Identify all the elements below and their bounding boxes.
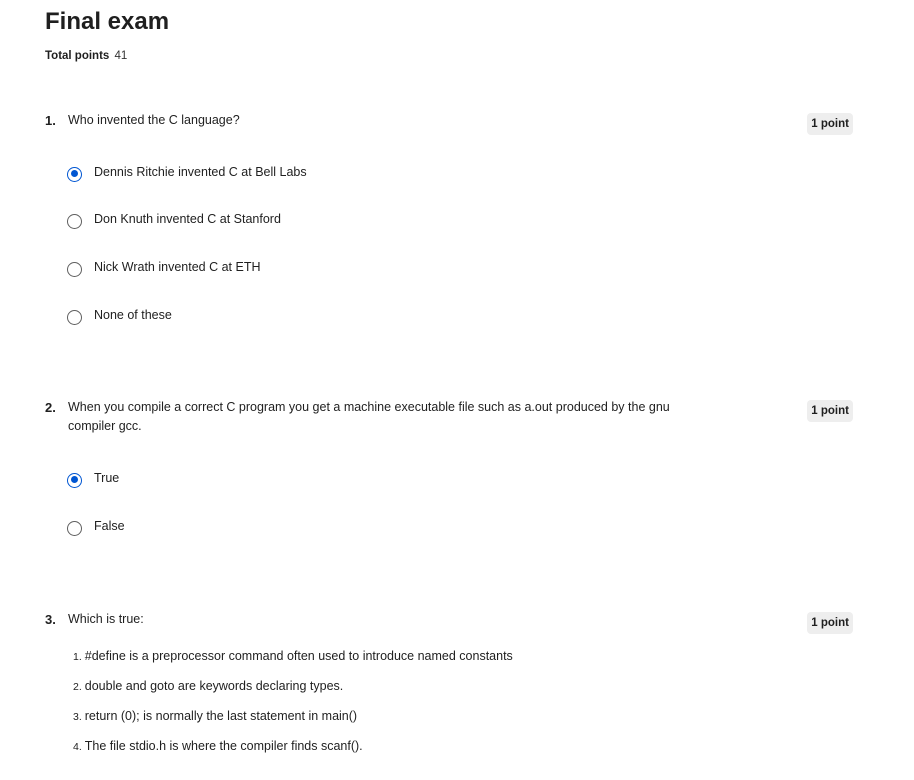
- total-points: Total points 41: [45, 50, 127, 62]
- radio-empty-icon[interactable]: [67, 309, 82, 325]
- option-label: Dennis Ritchie invented C at Bell Labs: [94, 165, 307, 179]
- question-text: Who invented the C language?: [68, 113, 240, 127]
- question-text: When you compile a correct C program you…: [68, 400, 670, 433]
- points-badge: 1 point: [807, 113, 853, 135]
- statement-index: 4.: [73, 741, 82, 753]
- statement-item-1: 1. #define is a preprocessor command ofte…: [73, 649, 513, 663]
- option-dennis-ritchie[interactable]: Dennis Ritchie invented C at Bell Labs: [67, 163, 307, 185]
- radio-selected-icon[interactable]: [67, 472, 82, 488]
- option-false[interactable]: False: [67, 517, 125, 539]
- option-none-of-these[interactable]: None of these: [67, 306, 172, 328]
- question-number: 1.: [45, 113, 56, 128]
- points-badge: 1 point: [807, 612, 853, 634]
- statement-index: 1.: [73, 651, 82, 663]
- question-text: Which is true:: [68, 612, 144, 626]
- total-points-value: 41: [114, 50, 128, 62]
- option-label: None of these: [94, 308, 172, 322]
- question-number: 3.: [45, 612, 56, 627]
- statement-item-2: 2. double and goto are keywords declaring…: [73, 679, 343, 693]
- statement-text: #define is a preprocessor command often …: [84, 649, 513, 663]
- total-points-label: Total points: [45, 50, 110, 62]
- radio-empty-icon[interactable]: [67, 213, 82, 229]
- statement-text: return (0); is normally the last stateme…: [84, 709, 358, 723]
- page-title: Final exam: [45, 8, 170, 35]
- radio-empty-icon[interactable]: [67, 261, 82, 277]
- radio-selected-icon[interactable]: [67, 166, 82, 182]
- statement-item-3: 3. return (0); is normally the last state…: [73, 709, 357, 723]
- option-don-knuth[interactable]: Don Knuth invented C at Stanford: [67, 210, 281, 232]
- question-number: 2.: [45, 400, 56, 415]
- option-label: Don Knuth invented C at Stanford: [94, 212, 281, 226]
- statement-index: 2.: [73, 681, 82, 693]
- statement-item-4: 4. The file stdio.h is where the compiler…: [73, 739, 363, 753]
- radio-empty-icon[interactable]: [67, 520, 82, 536]
- points-badge: 1 point: [807, 400, 853, 422]
- option-label: False: [94, 519, 125, 533]
- option-true[interactable]: True: [67, 469, 119, 491]
- option-label: True: [94, 471, 120, 485]
- statement-text: double and goto are keywords declaring t…: [84, 679, 344, 693]
- option-nick-wrath[interactable]: Nick Wrath invented C at ETH: [67, 258, 261, 280]
- statement-text: The file stdio.h is where the compiler f…: [84, 739, 363, 753]
- statement-index: 3.: [73, 711, 82, 723]
- option-label: Nick Wrath invented C at ETH: [94, 260, 261, 274]
